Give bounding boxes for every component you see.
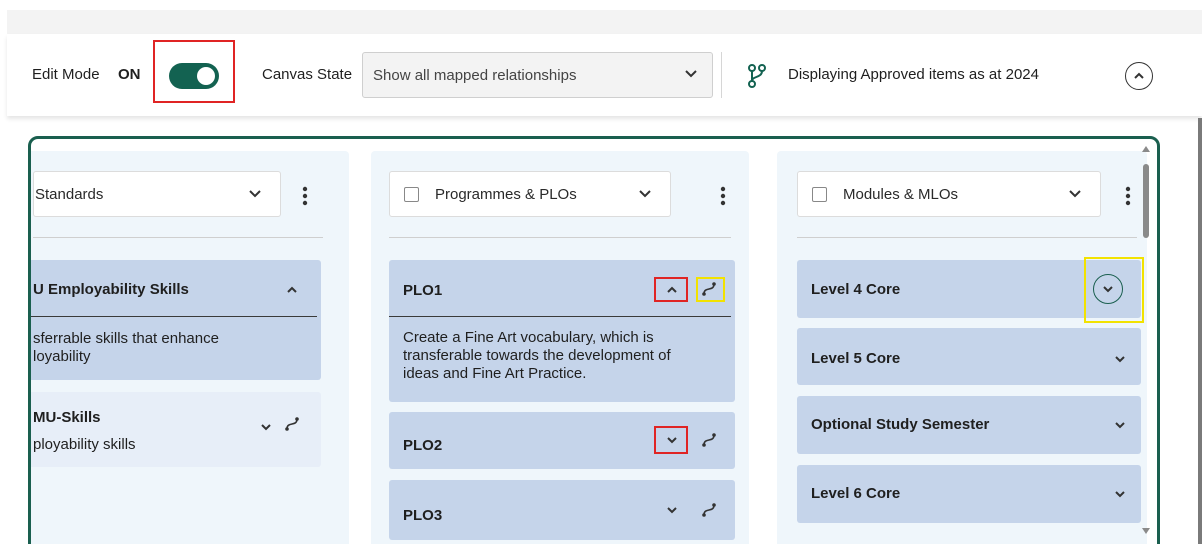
kebab-menu-icon[interactable] bbox=[720, 186, 726, 206]
column-title: Standards bbox=[35, 186, 104, 203]
card-level-5-core[interactable]: Level 5 Core bbox=[797, 328, 1141, 385]
canvas-state-select[interactable]: Show all mapped relationships bbox=[362, 52, 713, 98]
card-title: Optional Study Semester bbox=[811, 416, 990, 433]
column-separator bbox=[389, 237, 731, 238]
chevron-down-icon[interactable] bbox=[1114, 355, 1126, 364]
chevron-down-icon[interactable] bbox=[1114, 421, 1126, 430]
column-header-programmes[interactable]: Programmes & PLOs bbox=[389, 171, 671, 217]
canvas-scrollbar[interactable] bbox=[1140, 140, 1152, 540]
chevron-down-icon[interactable] bbox=[1114, 490, 1126, 499]
card-plo2[interactable]: PLO2 bbox=[389, 412, 735, 469]
card-title: Level 5 Core bbox=[811, 350, 901, 367]
description-line: loyability bbox=[33, 348, 91, 365]
highlight-collapse-plo1 bbox=[654, 277, 688, 302]
canvas-state-label: Canvas State bbox=[262, 66, 353, 83]
toolbar-divider bbox=[721, 52, 722, 98]
card-title: Level 4 Core bbox=[811, 281, 901, 298]
column-separator bbox=[797, 237, 1137, 238]
chevron-up-icon bbox=[1134, 72, 1144, 79]
card-description: Create a Fine Art vocabulary, which is t… bbox=[403, 329, 671, 383]
card-optional-study-semester[interactable]: Optional Study Semester bbox=[797, 396, 1141, 454]
link-route-icon[interactable] bbox=[701, 432, 717, 448]
highlight-expand-level-4 bbox=[1084, 257, 1144, 323]
link-route-icon[interactable] bbox=[284, 416, 300, 432]
highlight-toggle bbox=[153, 40, 235, 103]
description-line: ideas and Fine Art Practice. bbox=[403, 365, 587, 382]
branch-icon bbox=[748, 64, 766, 88]
select-all-checkbox[interactable] bbox=[812, 187, 827, 202]
edit-mode-label: Edit Mode bbox=[32, 66, 100, 83]
card-title: PLO3 bbox=[403, 507, 443, 524]
column-title: Programmes & PLOs bbox=[435, 186, 577, 203]
column-programmes: Programmes & PLOs PLO1 Create a Fine Art… bbox=[371, 151, 749, 544]
chevron-down-icon[interactable] bbox=[248, 189, 262, 199]
card-standard-1[interactable]: U Employability Skills sferrable skills … bbox=[31, 260, 321, 380]
chevron-down-icon[interactable] bbox=[666, 506, 678, 515]
scroll-up-icon[interactable] bbox=[1142, 146, 1150, 152]
card-title: Level 6 Core bbox=[811, 485, 901, 502]
card-plo3[interactable]: PLO3 bbox=[389, 480, 735, 540]
card-title: PLO2 bbox=[403, 437, 443, 454]
chevron-down-icon bbox=[685, 70, 697, 78]
card-title: MU-Skills bbox=[33, 409, 101, 426]
window-scrollbar[interactable] bbox=[1198, 118, 1202, 544]
display-status-text: Displaying Approved items as at 2024 bbox=[788, 66, 1039, 83]
edit-mode-state: ON bbox=[118, 66, 141, 83]
card-title: PLO1 bbox=[403, 282, 443, 299]
card-plo1[interactable]: PLO1 Create a Fine Art vocabulary, which… bbox=[389, 260, 735, 402]
description-line: sferrable skills that enhance bbox=[33, 330, 219, 347]
column-standards: Standards U Employability Skills sferrab… bbox=[31, 151, 349, 544]
top-strip bbox=[7, 10, 1202, 34]
column-separator bbox=[33, 237, 323, 238]
mapping-canvas[interactable]: Standards U Employability Skills sferrab… bbox=[28, 136, 1160, 544]
chevron-down-icon[interactable] bbox=[260, 423, 272, 432]
scroll-down-icon[interactable] bbox=[1142, 528, 1150, 534]
link-route-icon[interactable] bbox=[701, 502, 717, 518]
description-line: transferable towards the development of bbox=[403, 347, 671, 364]
canvas-state-value: Show all mapped relationships bbox=[373, 67, 577, 84]
chevron-down-icon[interactable] bbox=[1068, 189, 1082, 199]
description-line: Create a Fine Art vocabulary, which is bbox=[403, 329, 654, 346]
toolbar: Edit Mode ON Canvas State Show all mappe… bbox=[7, 34, 1202, 116]
column-title: Modules & MLOs bbox=[843, 186, 959, 203]
kebab-menu-icon[interactable] bbox=[302, 186, 308, 206]
card-title: U Employability Skills bbox=[33, 281, 189, 298]
card-level-4-core[interactable]: Level 4 Core bbox=[797, 257, 1144, 323]
column-header-modules[interactable]: Modules & MLOs bbox=[797, 171, 1101, 217]
chevron-up-icon[interactable] bbox=[286, 285, 298, 294]
card-divider bbox=[31, 316, 317, 317]
card-level-6-core[interactable]: Level 6 Core bbox=[797, 465, 1141, 523]
card-standard-2[interactable]: MU-Skills ployability skills bbox=[31, 392, 321, 467]
highlight-expand-plo2 bbox=[654, 426, 688, 454]
card-description: ployability skills bbox=[33, 436, 136, 454]
chevron-down-icon[interactable] bbox=[638, 189, 652, 199]
scrollbar-thumb[interactable] bbox=[1143, 164, 1149, 238]
card-divider bbox=[389, 316, 731, 317]
collapse-toolbar-button[interactable] bbox=[1125, 62, 1153, 90]
kebab-menu-icon[interactable] bbox=[1125, 186, 1131, 206]
column-modules: Modules & MLOs Level 4 Core Level 5 Core… bbox=[777, 151, 1147, 544]
description-line: ployability skills bbox=[33, 436, 136, 453]
highlight-link-plo1 bbox=[696, 277, 725, 302]
column-header-standards[interactable]: Standards bbox=[33, 171, 281, 217]
select-all-checkbox[interactable] bbox=[404, 187, 419, 202]
card-description: sferrable skills that enhance loyability bbox=[33, 330, 219, 366]
